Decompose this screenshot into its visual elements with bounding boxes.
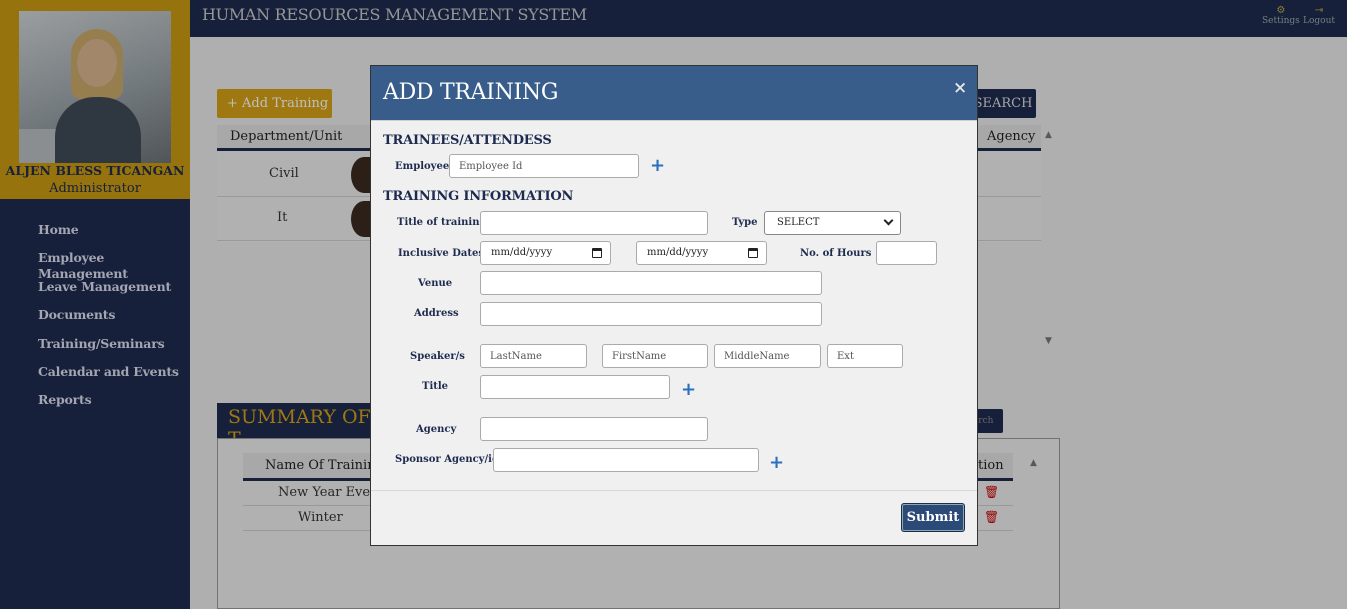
submit-button[interactable]: Submit bbox=[901, 503, 965, 532]
address-input[interactable] bbox=[480, 302, 822, 326]
title-of-training-label: Title of training bbox=[397, 217, 487, 228]
modal-footer-divider bbox=[371, 490, 977, 491]
agency-input[interactable] bbox=[480, 417, 708, 441]
add-training-modal: ADD TRAINING × TRAINEES/ATTENDESS Employ… bbox=[370, 65, 978, 546]
close-icon[interactable]: × bbox=[953, 78, 967, 98]
calendar-icon[interactable] bbox=[592, 248, 602, 258]
speaker-middlename-input[interactable] bbox=[714, 344, 821, 368]
start-date-placeholder: mm/dd/yyyy bbox=[491, 247, 553, 258]
inclusive-dates-label: Inclusive Dates bbox=[398, 248, 484, 259]
chevron-down-icon bbox=[883, 215, 894, 226]
calendar-icon[interactable] bbox=[748, 248, 758, 258]
speaker-lastname-input[interactable] bbox=[480, 344, 587, 368]
speaker-title-input[interactable] bbox=[480, 375, 670, 399]
no-of-hours-input[interactable] bbox=[876, 241, 937, 265]
sponsor-agency-input[interactable] bbox=[493, 448, 759, 472]
sponsor-agency-label: Sponsor Agency/ies bbox=[395, 454, 504, 465]
venue-label: Venue bbox=[418, 278, 453, 289]
type-select-value: SELECT bbox=[777, 217, 820, 228]
add-employee-plus-icon[interactable]: + bbox=[650, 157, 665, 175]
venue-input[interactable] bbox=[480, 271, 822, 295]
end-date-input[interactable]: mm/dd/yyyy bbox=[636, 241, 767, 265]
modal-title: ADD TRAINING bbox=[383, 80, 559, 105]
speaker-ext-input[interactable] bbox=[827, 344, 903, 368]
speaker-title-label: Title bbox=[422, 381, 449, 392]
agency-label: Agency bbox=[416, 424, 457, 435]
add-sponsor-plus-icon[interactable]: + bbox=[769, 454, 784, 472]
modal-header: ADD TRAINING × bbox=[371, 66, 977, 121]
address-label: Address bbox=[414, 308, 459, 319]
section-trainees: TRAINEES/ATTENDESS bbox=[383, 133, 552, 148]
title-of-training-input[interactable] bbox=[480, 211, 708, 235]
type-label: Type bbox=[732, 217, 758, 228]
end-date-placeholder: mm/dd/yyyy bbox=[647, 247, 709, 258]
start-date-input[interactable]: mm/dd/yyyy bbox=[480, 241, 611, 265]
add-speaker-plus-icon[interactable]: + bbox=[681, 381, 696, 399]
speakers-label: Speaker/s bbox=[410, 351, 465, 362]
type-select[interactable]: SELECT bbox=[764, 211, 901, 235]
speaker-firstname-input[interactable] bbox=[602, 344, 708, 368]
no-of-hours-label: No. of Hours bbox=[800, 248, 872, 259]
employee-id-input[interactable] bbox=[449, 154, 639, 178]
employee-label: Employee bbox=[395, 161, 450, 172]
section-training-info: TRAINING INFORMATION bbox=[383, 189, 574, 204]
